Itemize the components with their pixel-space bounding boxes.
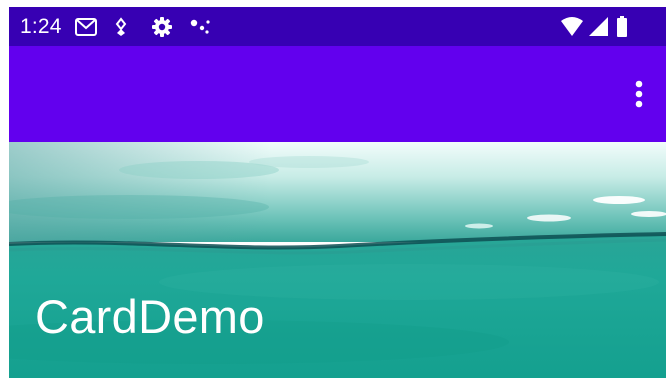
header-image: CardDemo <box>9 142 666 378</box>
wifi-icon <box>561 17 583 36</box>
more-options-button[interactable] <box>621 76 657 112</box>
cell-signal-icon <box>589 17 608 36</box>
header-title: CardDemo <box>35 290 265 343</box>
app-screen: 1:24 CardDemo <box>9 7 666 378</box>
more-vert-icon <box>635 80 643 108</box>
settings-gear-icon <box>152 17 172 37</box>
status-bar: 1:24 <box>9 7 666 46</box>
gmail-icon <box>75 18 97 36</box>
status-time: 1:24 <box>20 15 62 38</box>
battery-icon <box>617 16 627 37</box>
usb-debug-icon <box>115 17 127 36</box>
dots-icon <box>190 19 210 34</box>
app-bar <box>9 46 666 142</box>
